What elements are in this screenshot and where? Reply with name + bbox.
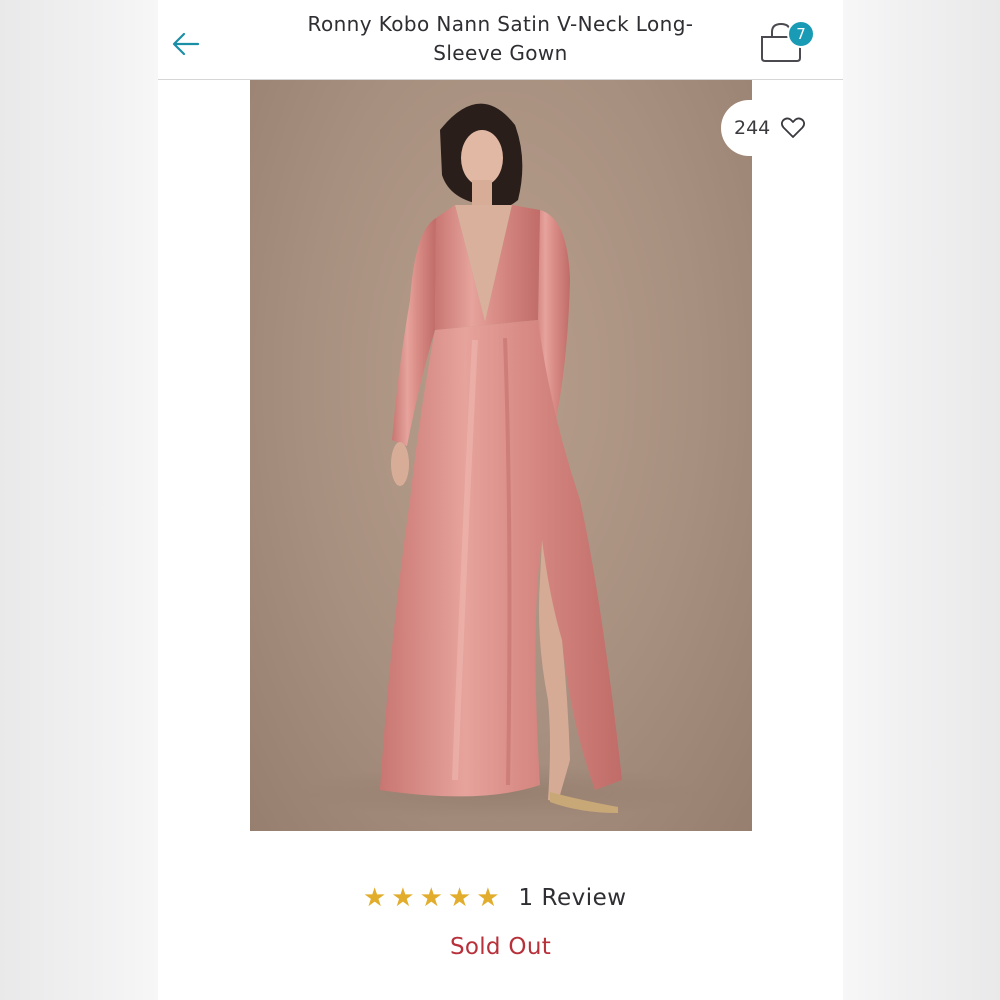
app-screen: Ronny Kobo Nann Satin V-Neck Long- Sleev… — [158, 0, 843, 1000]
arrow-left-icon — [172, 32, 200, 56]
sold-out-status: Sold Out — [449, 934, 552, 960]
product-title: Ronny Kobo Nann Satin V-Neck Long- Sleev… — [288, 10, 713, 68]
top-bar: Ronny Kobo Nann Satin V-Neck Long- Sleev… — [158, 0, 843, 80]
heart-outline-icon — [781, 117, 806, 138]
product-title-line-1: Ronny Kobo Nann Satin V-Neck Long- — [307, 12, 694, 36]
review-count-link[interactable]: 1 Review — [519, 885, 627, 911]
back-button[interactable] — [168, 26, 204, 62]
shopping-bag-button[interactable]: 7 — [756, 18, 818, 64]
product-title-line-2: Sleeve Gown — [433, 41, 568, 65]
favorite-button[interactable]: 244 — [721, 100, 843, 156]
like-count: 244 — [734, 117, 771, 139]
bag-count-badge: 7 — [787, 20, 815, 48]
model-in-pink-satin-gown-illustration — [300, 103, 700, 820]
left-background-margin — [0, 0, 158, 1000]
product-image[interactable] — [250, 80, 752, 831]
star-rating: ★★★★★ — [363, 883, 505, 913]
rating-row[interactable]: ★★★★★ 1 Review — [363, 880, 627, 916]
right-background-margin — [843, 0, 1000, 1000]
